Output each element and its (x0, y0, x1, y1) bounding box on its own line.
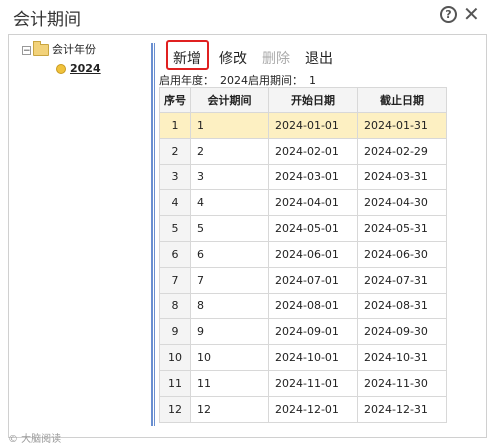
cell-index[interactable]: 12 (159, 395, 191, 423)
start-year-label: 启用年度： (159, 74, 214, 87)
cell-period[interactable]: 9 (190, 318, 269, 346)
table-row[interactable]: 7 7 2024-07-01 2024-07-31 (159, 266, 447, 294)
table-row[interactable]: 6 6 2024-06-01 2024-06-30 (159, 240, 447, 268)
cell-index[interactable]: 2 (159, 137, 191, 165)
start-period-value: 1 (309, 74, 316, 87)
column-header-index[interactable]: 序号 (159, 87, 191, 113)
cell-start-date[interactable]: 2024-06-01 (268, 240, 358, 268)
column-header-period[interactable]: 会计期间 (190, 87, 269, 113)
pane-splitter[interactable] (151, 43, 155, 426)
exit-button[interactable]: 退出 (305, 48, 333, 68)
cell-end-date[interactable]: 2024-02-29 (357, 137, 447, 165)
table-body: 1 1 2024-01-01 2024-01-31 2 2 2024-02-01 2024-0… (159, 112, 447, 423)
column-header-start-date[interactable]: 开始日期 (268, 87, 358, 113)
start-period-label: 启用期间： (248, 74, 303, 87)
tree-root-label: 会计年份 (52, 43, 96, 56)
cell-index[interactable]: 4 (159, 189, 191, 217)
cell-start-date[interactable]: 2024-02-01 (268, 137, 358, 165)
cell-index[interactable]: 1 (159, 112, 191, 139)
cell-start-date[interactable]: 2024-12-01 (268, 395, 358, 423)
add-button[interactable]: 新增 (173, 48, 201, 68)
cell-period[interactable]: 10 (190, 344, 269, 371)
table-row[interactable]: 8 8 2024-08-01 2024-08-31 (159, 292, 447, 320)
cell-index[interactable]: 9 (159, 318, 191, 346)
cell-period[interactable]: 5 (190, 215, 269, 242)
cell-start-date[interactable]: 2024-04-01 (268, 189, 358, 217)
cell-end-date[interactable]: 2024-10-31 (357, 344, 447, 371)
cell-end-date[interactable]: 2024-04-30 (357, 189, 447, 217)
start-info: 启用年度： 2024启用期间： 1 (159, 72, 322, 88)
cell-period[interactable]: 8 (190, 292, 269, 320)
cell-period[interactable]: 7 (190, 266, 269, 294)
cell-index[interactable]: 11 (159, 369, 191, 397)
start-year-value: 2024 (220, 74, 248, 87)
collapse-toggle-icon[interactable]: − (22, 45, 31, 55)
cell-start-date[interactable]: 2024-08-01 (268, 292, 358, 320)
close-icon[interactable]: ✕ (463, 2, 480, 26)
cell-start-date[interactable]: 2024-10-01 (268, 344, 358, 371)
cell-start-date[interactable]: 2024-03-01 (268, 163, 358, 191)
cell-start-date[interactable]: 2024-05-01 (268, 215, 358, 242)
tree-item-2024[interactable]: 2024 (56, 62, 101, 76)
cell-period[interactable]: 2 (190, 137, 269, 165)
cell-index[interactable]: 7 (159, 266, 191, 294)
title-bar: 会计期间 ? ✕ (0, 0, 493, 30)
table-row[interactable]: 11 11 2024-11-01 2024-11-30 (159, 369, 447, 397)
cell-end-date[interactable]: 2024-09-30 (357, 318, 447, 346)
cell-end-date[interactable]: 2024-08-31 (357, 292, 447, 320)
window-title: 会计期间 (13, 10, 81, 30)
cell-start-date[interactable]: 2024-11-01 (268, 369, 358, 397)
cell-period[interactable]: 1 (190, 112, 269, 139)
delete-button: 删除 (262, 51, 290, 67)
folder-icon (33, 41, 49, 56)
table-row[interactable]: 4 4 2024-04-01 2024-04-30 (159, 189, 447, 217)
cell-period[interactable]: 3 (190, 163, 269, 191)
period-table: 序号 会计期间 开始日期 截止日期 1 1 2024-01-01 2024-01-31… (159, 87, 447, 423)
table-row[interactable]: 10 10 2024-10-01 2024-10-31 (159, 344, 447, 371)
table-row[interactable]: 3 3 2024-03-01 2024-03-31 (159, 163, 447, 191)
cell-period[interactable]: 12 (190, 395, 269, 423)
cell-end-date[interactable]: 2024-05-31 (357, 215, 447, 242)
table-row[interactable]: 9 9 2024-09-01 2024-09-30 (159, 318, 447, 346)
cell-end-date[interactable]: 2024-07-31 (357, 266, 447, 294)
cell-end-date[interactable]: 2024-03-31 (357, 163, 447, 191)
cell-period[interactable]: 4 (190, 189, 269, 217)
cell-index[interactable]: 8 (159, 292, 191, 320)
table-row[interactable]: 5 5 2024-05-01 2024-05-31 (159, 215, 447, 242)
cell-index[interactable]: 10 (159, 344, 191, 371)
table-row[interactable]: 2 2 2024-02-01 2024-02-29 (159, 137, 447, 165)
cell-start-date[interactable]: 2024-07-01 (268, 266, 358, 294)
table-row[interactable]: 1 1 2024-01-01 2024-01-31 (159, 112, 447, 139)
watermark-text: © 大脑阅读 (8, 434, 62, 445)
leaf-dot-icon (56, 64, 66, 74)
edit-button[interactable]: 修改 (219, 48, 247, 68)
help-icon[interactable]: ? (440, 6, 457, 23)
cell-period[interactable]: 11 (190, 369, 269, 397)
cell-end-date[interactable]: 2024-06-30 (357, 240, 447, 268)
cell-index[interactable]: 6 (159, 240, 191, 268)
cell-end-date[interactable]: 2024-12-31 (357, 395, 447, 423)
tree-child-label[interactable]: 2024 (70, 62, 101, 75)
cell-period[interactable]: 6 (190, 240, 269, 268)
table-header-row: 序号 会计期间 开始日期 截止日期 (159, 87, 447, 113)
cell-end-date[interactable]: 2024-11-30 (357, 369, 447, 397)
cell-index[interactable]: 5 (159, 215, 191, 242)
cell-end-date[interactable]: 2024-01-31 (357, 112, 447, 139)
column-header-end-date[interactable]: 截止日期 (357, 87, 447, 113)
tree-root-item[interactable]: − 会计年份 (22, 41, 96, 58)
cell-start-date[interactable]: 2024-09-01 (268, 318, 358, 346)
table-row[interactable]: 12 12 2024-12-01 2024-12-31 (159, 395, 447, 423)
cell-start-date[interactable]: 2024-01-01 (268, 112, 358, 139)
cell-index[interactable]: 3 (159, 163, 191, 191)
